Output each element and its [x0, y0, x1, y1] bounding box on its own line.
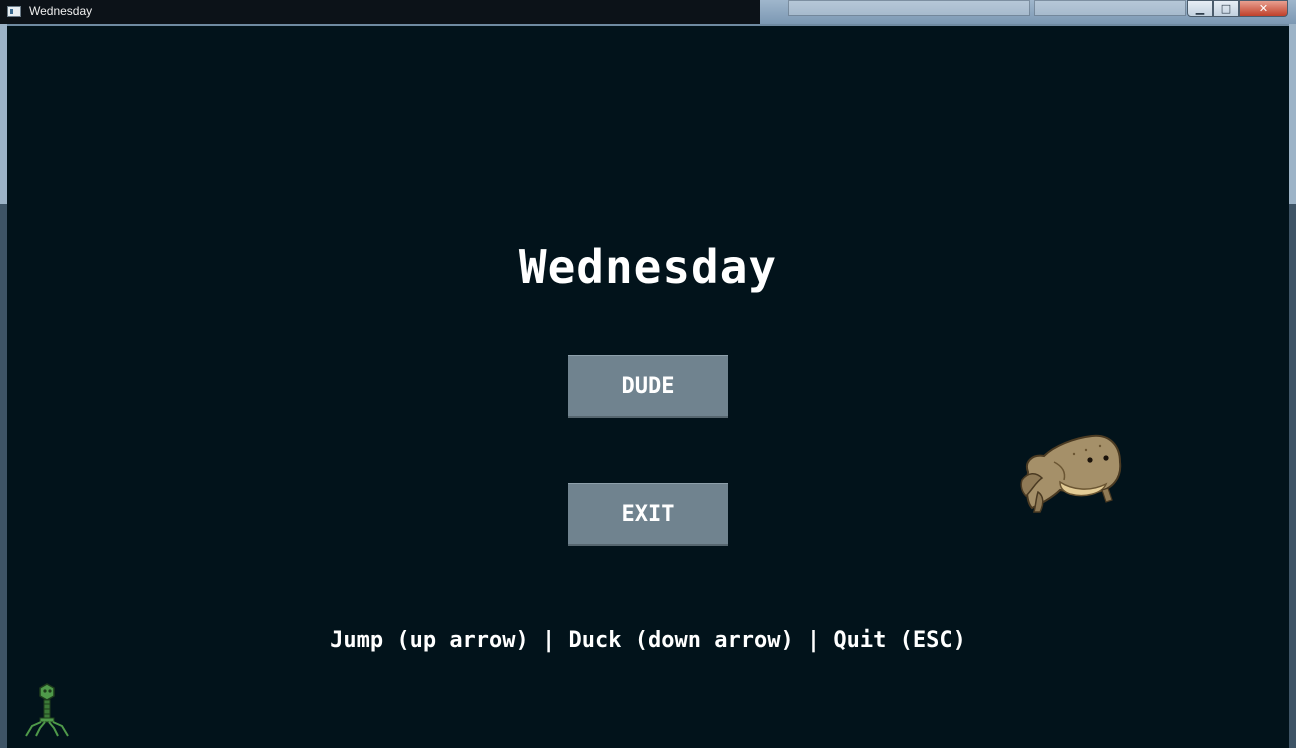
minimize-button[interactable]: ▁	[1187, 0, 1213, 17]
phage-sprite	[25, 683, 69, 737]
title-bar: Wednesday ▁ □ ✕	[0, 0, 1296, 24]
frame-left-edge	[0, 24, 7, 204]
app-icon	[7, 6, 21, 17]
dude-button[interactable]: DUDE	[568, 355, 728, 418]
game-window: Wednesday ▁ □ ✕ Wednesday DUDE EXIT Jump…	[0, 0, 1296, 748]
frame-right-edge	[1289, 24, 1296, 204]
exit-button[interactable]: EXIT	[568, 483, 728, 546]
window-title: Wednesday	[29, 4, 93, 18]
title-bar-background	[0, 0, 760, 24]
controls-hint: Jump (up arrow) | Duck (down arrow) | Qu…	[330, 628, 966, 653]
frog-sprite	[1020, 434, 1122, 513]
close-button[interactable]: ✕	[1239, 0, 1288, 17]
maximize-button[interactable]: □	[1213, 0, 1239, 17]
game-title: Wednesday	[518, 240, 778, 294]
